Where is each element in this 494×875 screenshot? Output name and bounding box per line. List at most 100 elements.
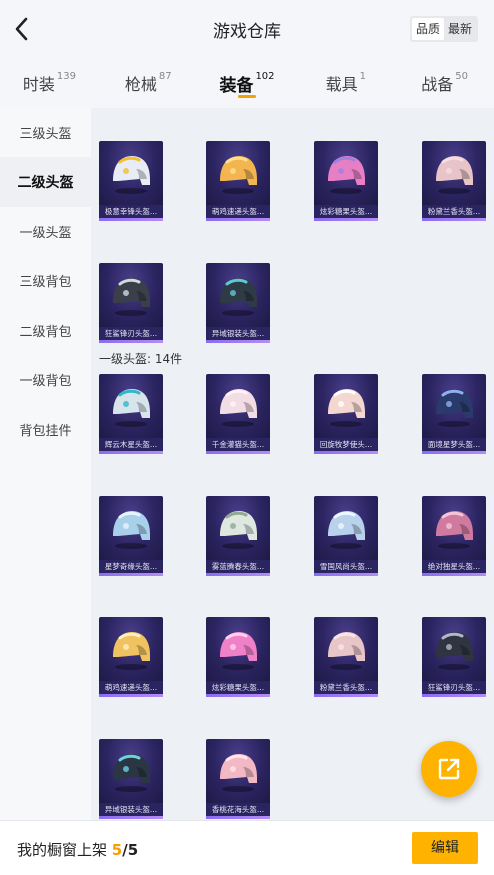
item-card[interactable]: 极意幸锋头盔... (99, 141, 163, 221)
sidebar-item-level1-helmet[interactable]: 一级头盔 (0, 207, 91, 256)
item-card[interactable]: 辉云木星头盔... (99, 374, 163, 454)
sort-option-quality[interactable]: 品质 (411, 18, 444, 40)
helmet-image (422, 374, 486, 438)
sort-toggle: 品质 最新 (409, 16, 478, 42)
item-card[interactable]: 香桃花海头盔... (206, 738, 270, 819)
quality-bar (314, 694, 378, 697)
item-card[interactable]: 萌鸡速递头盔... (206, 141, 270, 221)
item-name: 萌鸡速递头盔... (99, 681, 163, 694)
sidebar-item-level2-backpack[interactable]: 二级背包 (0, 306, 91, 355)
item-card[interactable]: 炫彩糖果头盔... (206, 617, 270, 697)
item-name: 回旋牧梦使头... (314, 438, 378, 451)
category-tabs: 时装 139 枪械 87 装备 102 载具 1 战备 50 (0, 58, 494, 108)
share-button[interactable] (421, 741, 477, 797)
item-card[interactable]: 千金灌猫头盔... (206, 374, 270, 454)
tab-count: 1 (359, 70, 366, 82)
helmet-image (314, 495, 378, 560)
item-name: 狂鲨锋刃头盔... (422, 681, 486, 694)
helmet-image (206, 617, 270, 681)
item-card[interactable]: 狂鲨锋刃头盔... (99, 262, 163, 343)
tab-equipment[interactable]: 装备 102 (198, 58, 297, 108)
sidebar-item-backpack-charm[interactable]: 背包挂件 (0, 404, 91, 453)
sidebar-item-level1-backpack[interactable]: 一级背包 (0, 355, 91, 404)
helmet-image (99, 617, 163, 681)
quality-bar (206, 572, 270, 576)
sidebar-item-level2-helmet[interactable]: 二级头盔 (0, 157, 91, 207)
helmet-image (206, 738, 270, 803)
item-card[interactable]: 狂鲨锋刃头盔... (422, 617, 486, 697)
helmet-image (422, 495, 486, 560)
tab-count: 50 (455, 70, 468, 82)
item-name: 异域银装头盔... (206, 326, 270, 340)
item-card[interactable]: 回旋牧梦使头... (314, 374, 378, 454)
helmet-image (206, 262, 270, 327)
quality-bar (422, 451, 486, 454)
quality-bar (314, 218, 378, 221)
item-name: 萌鸡速递头盔... (206, 205, 270, 218)
tab-label: 载具 (325, 75, 358, 94)
item-card[interactable]: 萌鸡速递头盔... (99, 617, 163, 697)
item-name: 雪国风尚头盔... (314, 559, 378, 573)
quality-bar (206, 815, 270, 819)
item-card[interactable]: 粉黛兰香头盔... (422, 141, 486, 221)
tab-vehicles[interactable]: 载具 1 (296, 58, 395, 108)
shelf-current: 5 (111, 841, 123, 859)
quality-bar (99, 218, 163, 221)
tab-count: 139 (56, 70, 76, 82)
sort-option-latest[interactable]: 最新 (444, 18, 476, 40)
helmet-image (99, 495, 163, 560)
tab-label: 战备 (421, 75, 454, 94)
item-name: 粉黛兰香头盔... (422, 205, 486, 218)
item-card[interactable]: 异域银装头盔... (99, 738, 163, 819)
item-name: 炫彩糖果头盔... (206, 681, 270, 694)
item-grid: 一级头盔: 14件 极意幸锋头盔... 萌鸡速递头盔... 炫彩糖果头盔... 粉黛兰… (91, 108, 494, 820)
bottom-bar: 我的橱窗上架 5/5 编辑 (0, 820, 494, 875)
tab-fashion[interactable]: 时装 139 (0, 58, 99, 108)
quality-bar (206, 694, 270, 697)
quality-bar (206, 451, 270, 454)
item-name: 绝对独星头盔... (422, 559, 486, 573)
shelf-total: /5 (122, 841, 139, 859)
item-card[interactable]: 雪国风尚头盔... (314, 495, 378, 576)
tab-count: 102 (255, 70, 275, 82)
item-name: 粉黛兰香头盔... (314, 681, 378, 694)
item-card[interactable]: 炫彩糖果头盔... (314, 141, 378, 221)
sidebar-item-level3-backpack[interactable]: 三级背包 (0, 256, 91, 305)
item-card[interactable]: 异域银装头盔... (206, 262, 270, 343)
share-external-icon (438, 758, 460, 780)
helmet-image (206, 141, 270, 205)
quality-bar (314, 451, 378, 454)
helmet-image (206, 495, 270, 560)
header: 游戏仓库 品质 最新 (0, 0, 494, 58)
item-name: 星梦奇缘头盔... (99, 559, 163, 573)
helmet-image (99, 262, 163, 327)
helmet-image (314, 141, 378, 205)
helmet-image (99, 738, 163, 803)
quality-bar (99, 815, 163, 819)
quality-bar (422, 572, 486, 576)
item-card[interactable]: 粉黛兰香头盔... (314, 617, 378, 697)
helmet-image (422, 141, 486, 205)
helmet-image (314, 374, 378, 438)
item-name: 异域银装头盔... (99, 802, 163, 816)
item-name: 炫彩糖果头盔... (314, 205, 378, 218)
edit-button[interactable]: 编辑 (412, 832, 478, 864)
item-card[interactable]: 雾蓝腾春头盔... (206, 495, 270, 576)
tab-supplies[interactable]: 战备 50 (395, 58, 494, 108)
item-card[interactable]: 面境星梦头盔... (422, 374, 486, 454)
helmet-image (422, 617, 486, 681)
quality-bar (422, 218, 486, 221)
tab-guns[interactable]: 枪械 87 (99, 58, 198, 108)
tab-label: 装备 (219, 75, 254, 96)
sidebar-item-level3-helmet[interactable]: 三级头盔 (0, 108, 91, 157)
item-name: 极意幸锋头盔... (99, 205, 163, 218)
helmet-image (314, 617, 378, 681)
item-name: 面境星梦头盔... (422, 438, 486, 451)
quality-bar (99, 694, 163, 697)
sidebar: 三级头盔 二级头盔 一级头盔 三级背包 二级背包 一级背包 背包挂件 (0, 108, 91, 820)
item-name: 千金灌猫头盔... (206, 438, 270, 451)
item-card[interactable]: 星梦奇缘头盔... (99, 495, 163, 576)
item-card[interactable]: 绝对独星头盔... (422, 495, 486, 576)
helmet-image (206, 374, 270, 438)
helmet-image (99, 141, 163, 205)
